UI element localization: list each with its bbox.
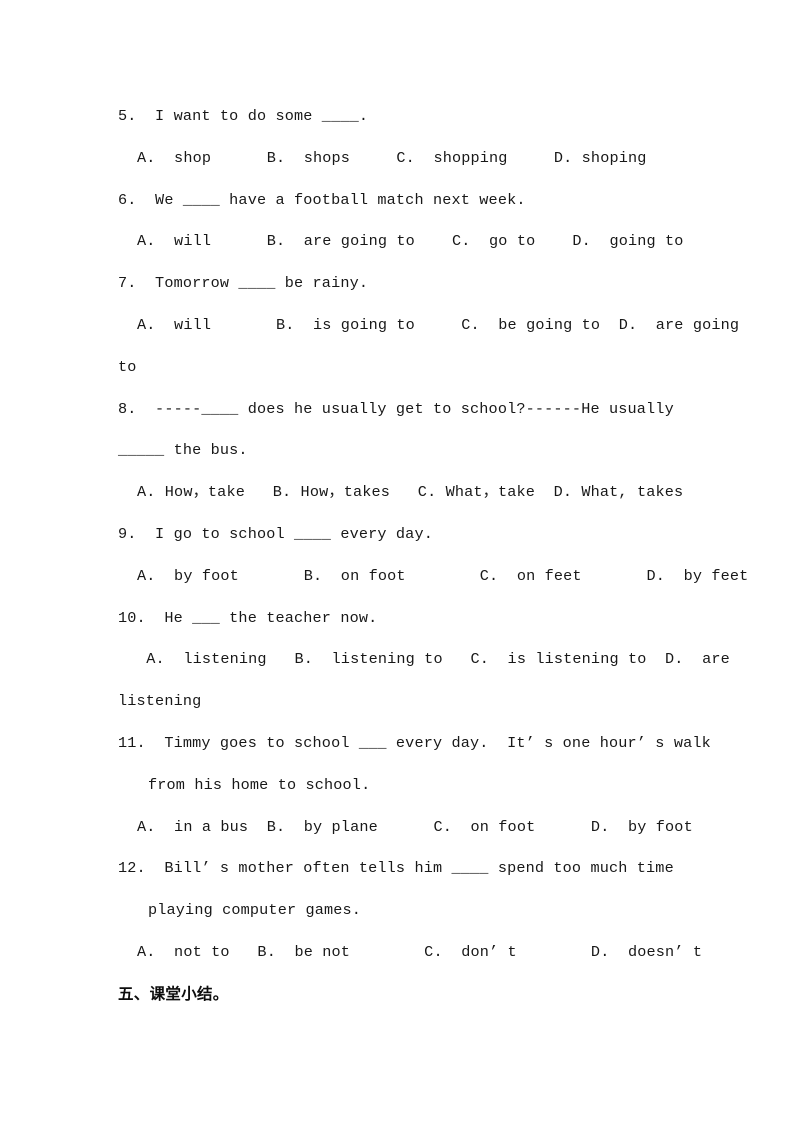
question-stem-11-wrap: from his home to school. [148, 775, 371, 794]
question-stem-7: 7. Tomorrow ____ be rainy. [118, 274, 369, 293]
question-options-5: A. shop B. shops C. shopping D. shoping [137, 148, 647, 167]
question-options-10-wrap: listening [118, 692, 202, 711]
question-stem-8-wrap: _____ the bus. [118, 441, 248, 460]
question-options-6: A. will B. are going to C. go to D. goin… [137, 232, 684, 251]
question-stem-8: 8. -----____ does he usually get to scho… [118, 399, 674, 418]
question-options-12: A. not to B. be not C. don’ t D. doesn’ … [137, 942, 703, 961]
question-options-7: A. will B. is going to C. be going to D.… [137, 315, 740, 334]
question-options-7-wrap: to [118, 357, 137, 376]
question-options-9: A. by foot B. on foot C. on feet D. by f… [137, 566, 749, 585]
question-options-10: A. listening B. listening to C. is liste… [137, 650, 730, 669]
section-heading-summary: 五、课堂小结。 [118, 984, 229, 1003]
question-stem-10: 10. He ___ the teacher now. [118, 608, 378, 627]
worksheet-content: 5. I want to do some ____. A. shop B. sh… [118, 96, 749, 1016]
question-stem-11: 11. Timmy goes to school ___ every day. … [118, 733, 711, 752]
question-stem-6: 6. We ____ have a football match next we… [118, 190, 526, 209]
question-stem-9: 9. I go to school ____ every day. [118, 524, 433, 543]
question-stem-12-wrap: playing computer games. [148, 901, 362, 920]
question-options-11: A. in a bus B. by plane C. on foot D. by… [137, 817, 693, 836]
question-options-8: A. How，take B. How，takes C. What，take D.… [137, 483, 684, 502]
question-stem-5: 5. I want to do some ____. [118, 107, 369, 125]
worksheet-page: 5. I want to do some ____. A. shop B. sh… [0, 0, 794, 1123]
question-stem-12: 12. Bill’ s mother often tells him ____ … [118, 859, 674, 878]
